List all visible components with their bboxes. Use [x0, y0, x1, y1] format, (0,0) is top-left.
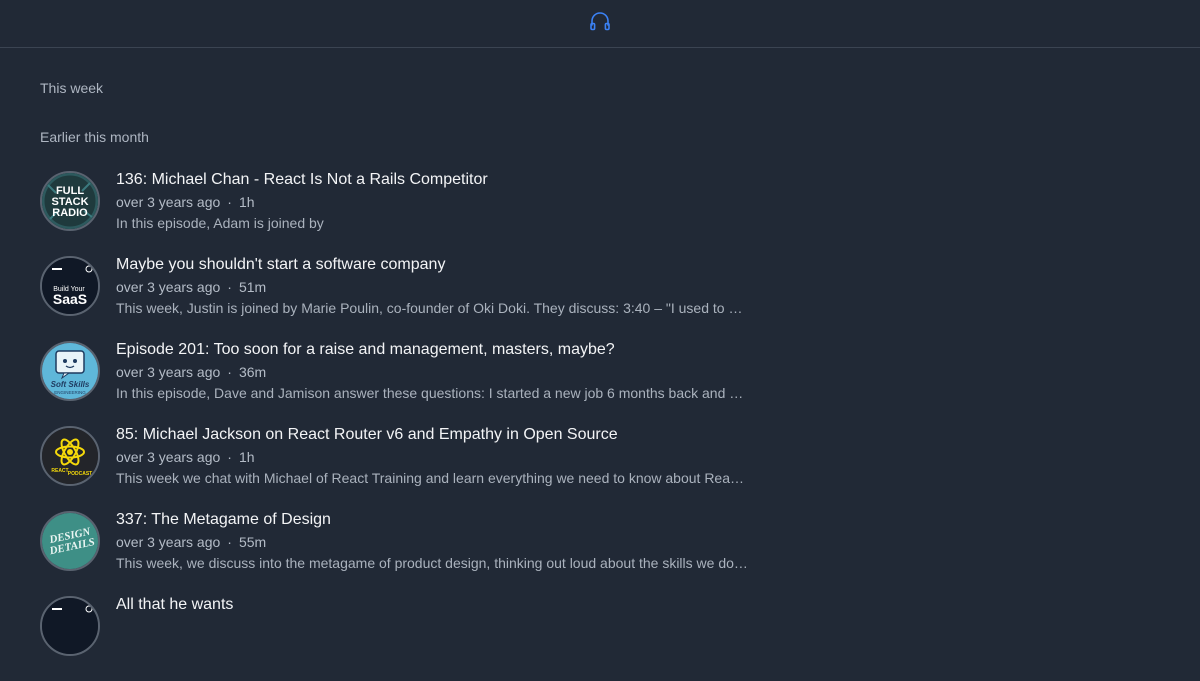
- episode-description: This week we chat with Michael of React …: [116, 470, 748, 486]
- episode-item[interactable]: REACT PODCAST 85: Michael Jackson on Rea…: [40, 426, 1160, 511]
- separator-dot: ·: [227, 364, 232, 380]
- episode-description: In this episode, Dave and Jamison answer…: [116, 385, 748, 401]
- episode-item[interactable]: All that he wants: [40, 596, 1160, 681]
- episode-meta: over 3 years ago · 36m: [116, 362, 756, 383]
- top-bar: [0, 0, 1200, 48]
- episode-age: over 3 years ago: [116, 364, 221, 380]
- separator-dot: ·: [227, 449, 232, 465]
- episode-item[interactable]: DESIGN DETAILS 337: The Metagame of Desi…: [40, 511, 1160, 596]
- episode-meta: over 3 years ago · 1h: [116, 192, 756, 213]
- episode-title[interactable]: Maybe you shouldn't start a software com…: [116, 256, 756, 276]
- episode-age: over 3 years ago: [116, 534, 221, 550]
- separator-dot: ·: [227, 534, 232, 550]
- svg-text:RADIO: RADIO: [52, 207, 88, 219]
- episode-duration: 1h: [238, 194, 255, 210]
- section-title-earlier-this-month: Earlier this month: [40, 129, 149, 145]
- episode-item[interactable]: FULL STACK RADIO 136: Michael Chan - Rea…: [40, 171, 1160, 256]
- episode-list: FULL STACK RADIO 136: Michael Chan - Rea…: [40, 171, 1160, 681]
- episode-item[interactable]: Build Your SaaS Maybe you shouldn't star…: [40, 256, 1160, 341]
- design-details-artwork[interactable]: DESIGN DETAILS: [40, 511, 100, 571]
- build-your-saas-artwork[interactable]: [40, 596, 100, 656]
- episode-age: over 3 years ago: [116, 194, 221, 210]
- headphones-icon[interactable]: [588, 9, 612, 38]
- episode-duration: 36m: [238, 364, 267, 380]
- separator-dot: ·: [227, 194, 232, 210]
- svg-text:Soft Skills: Soft Skills: [51, 380, 90, 389]
- episode-description: This week, Justin is joined by Marie Pou…: [116, 300, 748, 316]
- episode-meta: over 3 years ago · 55m: [116, 532, 756, 553]
- episode-meta: over 3 years ago · 1h: [116, 447, 756, 468]
- svg-text:SaaS: SaaS: [53, 291, 87, 307]
- episode-item[interactable]: Soft Skills ENGINEERING Episode 201: Too…: [40, 341, 1160, 426]
- episode-duration: 1h: [238, 449, 255, 465]
- episode-title[interactable]: All that he wants: [116, 596, 756, 616]
- svg-text:ENGINEERING: ENGINEERING: [54, 390, 86, 395]
- svg-text:REACT: REACT: [51, 468, 68, 474]
- episode-title[interactable]: 337: The Metagame of Design: [116, 511, 756, 531]
- soft-skills-engineering-artwork[interactable]: Soft Skills ENGINEERING: [40, 341, 100, 401]
- episode-age: over 3 years ago: [116, 449, 221, 465]
- full-stack-radio-artwork[interactable]: FULL STACK RADIO: [40, 171, 100, 231]
- svg-text:PODCAST: PODCAST: [68, 471, 92, 477]
- section-title-this-week: This week: [40, 80, 104, 96]
- separator-dot: ·: [227, 279, 232, 295]
- episode-description: In this episode, Adam is joined by: [116, 215, 324, 231]
- react-podcast-artwork[interactable]: REACT PODCAST: [40, 426, 100, 486]
- episode-title[interactable]: Episode 201: Too soon for a raise and ma…: [116, 341, 756, 361]
- episode-title[interactable]: 136: Michael Chan - React Is Not a Rails…: [116, 171, 756, 191]
- episode-duration: 51m: [238, 279, 267, 295]
- episode-description: This week, we discuss into the metagame …: [116, 555, 748, 571]
- episode-meta: over 3 years ago · 51m: [116, 277, 756, 298]
- episode-duration: 55m: [238, 534, 267, 550]
- build-your-saas-artwork[interactable]: Build Your SaaS: [40, 256, 100, 316]
- episode-age: over 3 years ago: [116, 279, 221, 295]
- episode-title[interactable]: 85: Michael Jackson on React Router v6 a…: [116, 426, 756, 446]
